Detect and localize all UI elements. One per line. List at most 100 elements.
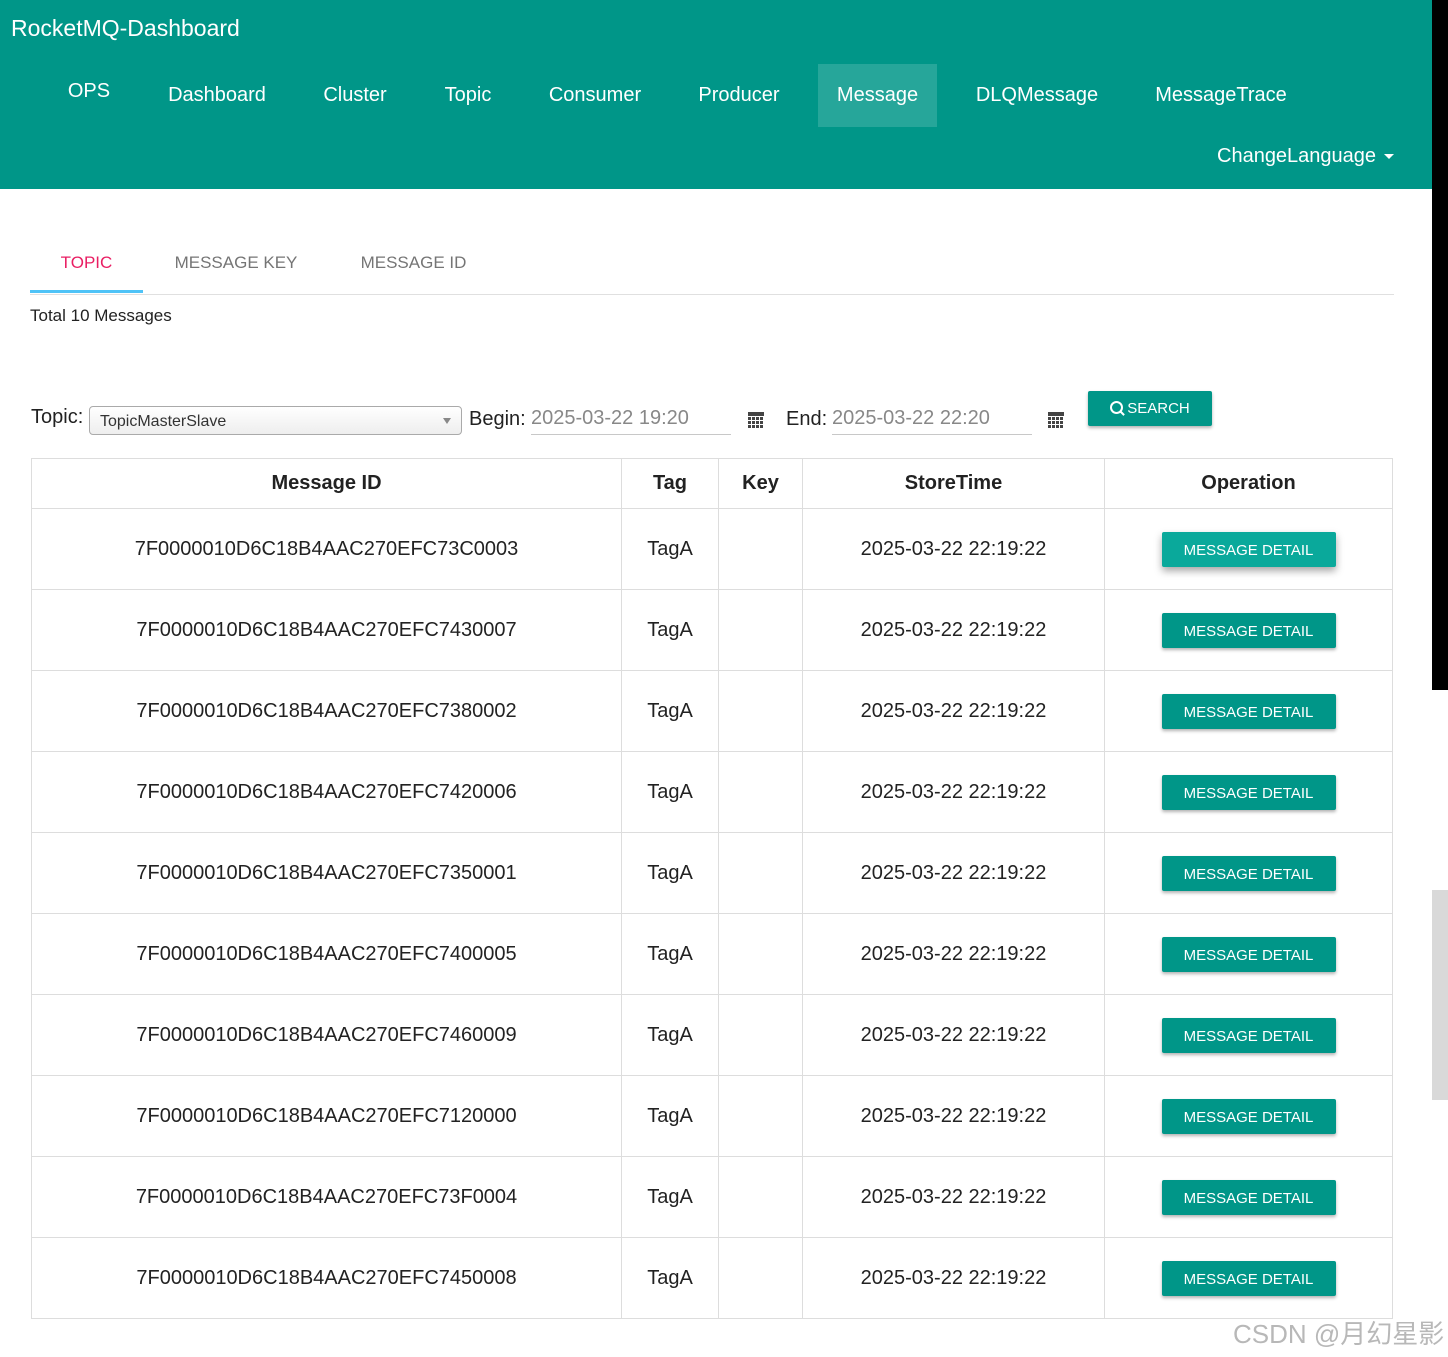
active-tab-indicator (30, 290, 143, 293)
nav-item-consumer[interactable]: Consumer (530, 64, 660, 127)
cell-tag: TagA (621, 832, 719, 914)
begin-date-input[interactable] (531, 402, 731, 435)
table-header-row: Message ID Tag Key StoreTime Operation (31, 458, 1393, 509)
col-header-key: Key (718, 458, 803, 509)
message-detail-button[interactable]: MESSAGE DETAIL (1161, 855, 1336, 891)
cell-tag: TagA (621, 1237, 719, 1319)
cell-message-id: 7F0000010D6C18B4AAC270EFC7120000 (31, 1075, 622, 1157)
tab-topic[interactable]: TOPIC (30, 232, 143, 292)
search-button[interactable]: SEARCH (1088, 391, 1212, 426)
cell-key (718, 670, 803, 752)
cell-message-id: 7F0000010D6C18B4AAC270EFC7420006 (31, 751, 622, 833)
cell-message-id: 7F0000010D6C18B4AAC270EFC7380002 (31, 670, 622, 752)
cell-operation: MESSAGE DETAIL (1104, 1156, 1393, 1238)
cell-tag: TagA (621, 670, 719, 752)
table-row: 7F0000010D6C18B4AAC270EFC7420006 TagA 20… (31, 751, 1393, 833)
table-row: 7F0000010D6C18B4AAC270EFC7120000 TagA 20… (31, 1075, 1393, 1157)
col-header-storetime: StoreTime (802, 458, 1105, 509)
table-row: 7F0000010D6C18B4AAC270EFC7450008 TagA 20… (31, 1237, 1393, 1319)
tab-message-key[interactable]: MESSAGE KEY (155, 232, 317, 292)
nav-item-dashboard[interactable]: Dashboard (148, 64, 286, 127)
calendar-icon[interactable] (748, 412, 764, 428)
tab-message-id[interactable]: MESSAGE ID (340, 232, 487, 292)
end-label: End: (786, 408, 828, 430)
calendar-icon[interactable] (1048, 412, 1064, 428)
cell-storetime: 2025-03-22 22:19:22 (802, 589, 1105, 671)
cell-operation: MESSAGE DETAIL (1104, 994, 1393, 1076)
select-arrow-icon (443, 418, 451, 424)
cell-operation: MESSAGE DETAIL (1104, 751, 1393, 833)
table-row: 7F0000010D6C18B4AAC270EFC73F0004 TagA 20… (31, 1156, 1393, 1238)
change-language-dropdown[interactable]: ChangeLanguage (1217, 145, 1395, 168)
message-detail-button[interactable]: MESSAGE DETAIL (1161, 774, 1336, 810)
dark-panel (1432, 0, 1448, 690)
cell-storetime: 2025-03-22 22:19:22 (802, 508, 1105, 590)
cell-message-id: 7F0000010D6C18B4AAC270EFC7400005 (31, 913, 622, 995)
begin-label: Begin: (469, 408, 526, 430)
search-button-label: SEARCH (1127, 400, 1190, 417)
app-title[interactable]: RocketMQ-Dashboard (11, 15, 240, 42)
cell-message-id: 7F0000010D6C18B4AAC270EFC7460009 (31, 994, 622, 1076)
cell-operation: MESSAGE DETAIL (1104, 913, 1393, 995)
cell-key (718, 751, 803, 833)
top-navbar: RocketMQ-Dashboard OPS Dashboard Cluster… (0, 0, 1432, 189)
cell-key (718, 832, 803, 914)
nav-item-ops[interactable]: OPS (49, 64, 129, 127)
cell-operation: MESSAGE DETAIL (1104, 508, 1393, 590)
cell-key (718, 508, 803, 590)
cell-tag: TagA (621, 1156, 719, 1238)
message-detail-button[interactable]: MESSAGE DETAIL (1161, 936, 1336, 972)
cell-message-id: 7F0000010D6C18B4AAC270EFC73C0003 (31, 508, 622, 590)
watermark: CSDN @月幻星影 (1233, 1319, 1445, 1349)
nav-item-message[interactable]: Message (818, 64, 937, 127)
message-detail-button[interactable]: MESSAGE DETAIL (1161, 1017, 1336, 1053)
cell-key (718, 1075, 803, 1157)
table-row: 7F0000010D6C18B4AAC270EFC7350001 TagA 20… (31, 832, 1393, 914)
cell-key (718, 1237, 803, 1319)
table-row: 7F0000010D6C18B4AAC270EFC7430007 TagA 20… (31, 589, 1393, 671)
change-language-label: ChangeLanguage (1217, 145, 1377, 167)
cell-storetime: 2025-03-22 22:19:22 (802, 1156, 1105, 1238)
col-header-tag: Tag (621, 458, 719, 509)
cell-message-id: 7F0000010D6C18B4AAC270EFC7450008 (31, 1237, 622, 1319)
nav-item-topic[interactable]: Topic (425, 64, 511, 127)
cell-key (718, 913, 803, 995)
cell-tag: TagA (621, 589, 719, 671)
message-detail-button[interactable]: MESSAGE DETAIL (1161, 531, 1336, 567)
scrollbar-thumb[interactable] (1432, 890, 1448, 1100)
nav-item-cluster[interactable]: Cluster (305, 64, 405, 127)
cell-tag: TagA (621, 994, 719, 1076)
cell-key (718, 994, 803, 1076)
cell-storetime: 2025-03-22 22:19:22 (802, 670, 1105, 752)
cell-message-id: 7F0000010D6C18B4AAC270EFC73F0004 (31, 1156, 622, 1238)
nav-item-messagetrace[interactable]: MessageTrace (1137, 64, 1305, 127)
cell-message-id: 7F0000010D6C18B4AAC270EFC7430007 (31, 589, 622, 671)
cell-storetime: 2025-03-22 22:19:22 (802, 1237, 1105, 1319)
message-detail-button[interactable]: MESSAGE DETAIL (1161, 612, 1336, 648)
cell-tag: TagA (621, 913, 719, 995)
side-scroll-strip (1432, 0, 1448, 1357)
nav-item-dlqmessage[interactable]: DLQMessage (957, 64, 1117, 127)
cell-tag: TagA (621, 751, 719, 833)
message-detail-button[interactable]: MESSAGE DETAIL (1161, 1179, 1336, 1215)
cell-storetime: 2025-03-22 22:19:22 (802, 994, 1105, 1076)
cell-storetime: 2025-03-22 22:19:22 (802, 832, 1105, 914)
message-detail-button[interactable]: MESSAGE DETAIL (1161, 1098, 1336, 1134)
table-row: 7F0000010D6C18B4AAC270EFC7400005 TagA 20… (31, 913, 1393, 995)
cell-operation: MESSAGE DETAIL (1104, 670, 1393, 752)
search-icon (1110, 401, 1124, 414)
table-row: 7F0000010D6C18B4AAC270EFC7380002 TagA 20… (31, 670, 1393, 752)
messages-table: Message ID Tag Key StoreTime Operation 7… (31, 458, 1393, 1319)
nav-item-producer[interactable]: Producer (680, 64, 798, 127)
topic-select[interactable]: TopicMasterSlave (89, 406, 462, 435)
cell-key (718, 589, 803, 671)
table-row: 7F0000010D6C18B4AAC270EFC7460009 TagA 20… (31, 994, 1393, 1076)
end-date-input[interactable] (832, 402, 1032, 435)
message-detail-button[interactable]: MESSAGE DETAIL (1161, 1260, 1336, 1296)
col-header-message-id: Message ID (31, 458, 622, 509)
cell-operation: MESSAGE DETAIL (1104, 1075, 1393, 1157)
topic-label: Topic: (31, 406, 84, 428)
caret-down-icon (1384, 154, 1395, 160)
message-detail-button[interactable]: MESSAGE DETAIL (1161, 693, 1336, 729)
cell-operation: MESSAGE DETAIL (1104, 832, 1393, 914)
